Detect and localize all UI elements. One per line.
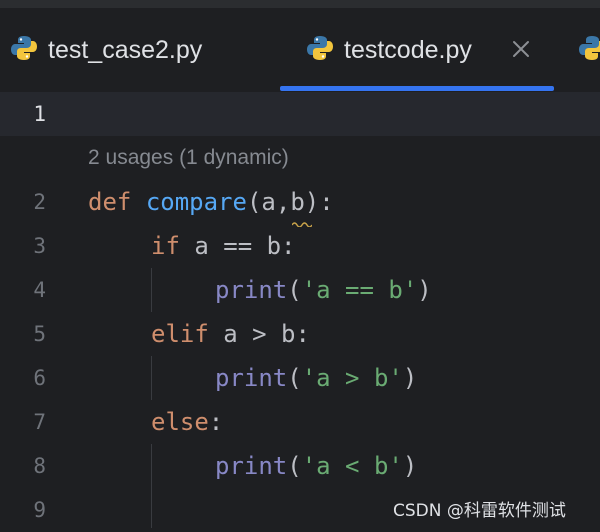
line-number: 7 [33,410,46,434]
editor-tab-bar: test_case2.py testcode.py [0,8,600,92]
line-number: 5 [33,322,46,346]
indent-guide [151,444,152,528]
watermark-text: CSDN @科雷软件测试 [393,501,566,521]
keyword: if [151,232,180,260]
function-name: compare [145,188,247,216]
code-text: (a,b): [246,188,334,216]
indent-guide [151,268,152,312]
code-line: else: [151,400,223,444]
window-top-strip [0,0,600,8]
code-text: ( [287,452,302,480]
python-icon [578,34,600,67]
caret-line-highlight [0,92,600,136]
line-number: 3 [33,234,46,258]
code-text: ) [417,276,432,304]
warning-squiggle [291,214,313,232]
string-literal: 'a > b' [301,364,403,392]
code-text: ) [402,364,418,392]
tab-label: test_case2.py [48,35,203,64]
builtin-call: print [215,364,288,392]
tab-testcode[interactable]: testcode.py [306,8,472,92]
usages-inlay-hint[interactable]: 2 usages (1 dynamic) [88,136,289,180]
active-tab-indicator [280,86,554,91]
line-number: 8 [33,454,46,478]
line-number: 6 [33,366,46,390]
line-number: 1 [33,102,46,126]
line-number: 2 [33,190,46,214]
keyword: def [88,188,132,216]
tab-test-case2[interactable]: test_case2.py [10,8,202,92]
keyword: else [151,408,209,436]
code-text: : [208,408,224,436]
code-line: elif a > b: [151,312,310,356]
code-text: ( [287,364,302,392]
code-line: if a == b: [151,224,296,268]
tab-label: testcode.py [344,35,472,64]
code-line: print('a < b') [215,444,417,488]
builtin-call: print [215,452,288,480]
code-text: ( [287,276,302,304]
code-line: print('a > b') [215,356,417,400]
string-literal: 'a == b' [301,276,418,304]
code-text: ) [402,452,418,480]
indent-guide [151,356,152,400]
code-line: print('a == b') [215,268,432,312]
builtin-call: print [215,276,288,304]
code-text: a == b: [194,232,296,260]
tab-overflow[interactable] [578,8,600,92]
python-icon [10,34,38,67]
line-number: 4 [33,278,46,302]
close-tab-icon[interactable] [510,38,532,60]
python-icon [306,34,334,67]
keyword: elif [151,320,209,348]
line-number: 9 [33,498,46,522]
code-editor[interactable]: 1 2 usages (1 dynamic) 2 3 4 5 6 7 8 9 d… [0,92,600,528]
string-literal: 'a < b' [301,452,403,480]
code-text: a > b: [223,320,310,348]
